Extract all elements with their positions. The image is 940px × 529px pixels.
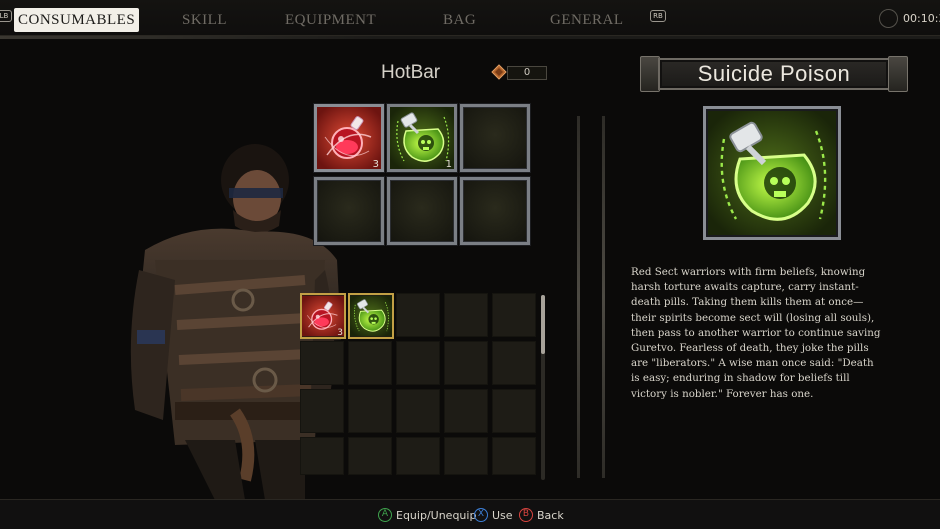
header-divider xyxy=(0,36,940,39)
play-time: 00:10:36 xyxy=(903,12,940,25)
inventory-slot-empty[interactable] xyxy=(348,437,392,475)
item-title: Suicide Poison xyxy=(697,61,851,86)
inventory-slot-empty[interactable] xyxy=(396,389,440,433)
inventory-slot-empty[interactable] xyxy=(396,341,440,385)
item-title-banner: Suicide Poison xyxy=(640,56,908,92)
hotbar-slot-3[interactable] xyxy=(460,104,530,172)
tab-consumables[interactable]: CONSUMABLES xyxy=(14,8,140,32)
currency-counter: 0 xyxy=(507,66,547,80)
x-button-icon: X xyxy=(474,508,488,522)
b-button-icon: B xyxy=(519,508,533,522)
inventory-slot-empty[interactable] xyxy=(444,293,488,337)
back-label: Back xyxy=(537,508,564,522)
inventory-slot-empty[interactable] xyxy=(444,341,488,385)
inventory-slot-empty[interactable] xyxy=(444,389,488,433)
item-count: 3 xyxy=(337,328,343,338)
inventory-slot-empty[interactable] xyxy=(492,293,536,337)
item-description: Red Sect warriors with firm beliefs, kno… xyxy=(631,266,881,400)
top-navigation-bar: LB CONSUMABLES SKILL EQUIPMENT BAG GENER… xyxy=(0,0,940,36)
inventory-slot-empty[interactable] xyxy=(492,437,536,475)
inventory-scrollbar[interactable] xyxy=(541,295,545,354)
inventory-slot-empty[interactable] xyxy=(396,293,440,337)
hotbar-slot-6[interactable] xyxy=(460,177,530,245)
inventory-slot-empty[interactable] xyxy=(444,437,488,475)
hotbar-title: HotBar xyxy=(381,62,441,83)
panel-divider xyxy=(602,116,605,478)
inventory-slot-empty[interactable] xyxy=(348,389,392,433)
red-potion-icon xyxy=(317,107,381,169)
lb-bumper-icon[interactable]: LB xyxy=(0,10,12,22)
poison-flask-icon xyxy=(390,107,454,169)
tab-equipment[interactable]: EQUIPMENT xyxy=(285,8,376,32)
use-prompt[interactable]: X Use xyxy=(474,507,513,523)
ore-icon xyxy=(491,64,507,80)
inventory-slot-empty[interactable] xyxy=(300,437,344,475)
slot-count: 1 xyxy=(445,159,452,170)
banner-right-ornament xyxy=(888,56,908,92)
use-label: Use xyxy=(492,508,513,522)
inventory-slot-empty[interactable] xyxy=(492,389,536,433)
panel-divider xyxy=(577,116,580,478)
inventory-slot-empty[interactable] xyxy=(300,389,344,433)
hotbar-slot-5[interactable] xyxy=(387,177,457,245)
slot-count: 3 xyxy=(372,159,379,170)
inventory-item-red-potion[interactable]: 3 xyxy=(300,293,346,339)
hotbar-slot-2[interactable]: 1 xyxy=(387,104,457,172)
poison-flask-icon xyxy=(708,111,836,235)
banner-left-ornament xyxy=(640,56,660,92)
equip-label: Equip/Unequip xyxy=(396,508,477,522)
clock-icon xyxy=(879,9,898,28)
poison-flask-icon xyxy=(350,295,392,337)
inventory-slot-empty[interactable] xyxy=(300,341,344,385)
back-prompt[interactable]: B Back xyxy=(519,507,564,523)
hotbar-slot-4[interactable] xyxy=(314,177,384,245)
equip-prompt[interactable]: A Equip/Unequip xyxy=(378,507,476,523)
a-button-icon: A xyxy=(378,508,392,522)
hotbar-slot-1[interactable]: 3 xyxy=(314,104,384,172)
inventory-slot-empty[interactable] xyxy=(348,341,392,385)
tab-general[interactable]: GENERAL xyxy=(550,8,624,32)
inventory-slot-empty[interactable] xyxy=(396,437,440,475)
rb-bumper-icon[interactable]: RB xyxy=(650,10,666,22)
tab-bag[interactable]: BAG xyxy=(443,8,476,32)
inventory-item-suicide-poison[interactable] xyxy=(348,293,394,339)
item-preview xyxy=(703,106,841,240)
inventory-slot-empty[interactable] xyxy=(492,341,536,385)
tab-skill[interactable]: SKILL xyxy=(182,8,227,32)
